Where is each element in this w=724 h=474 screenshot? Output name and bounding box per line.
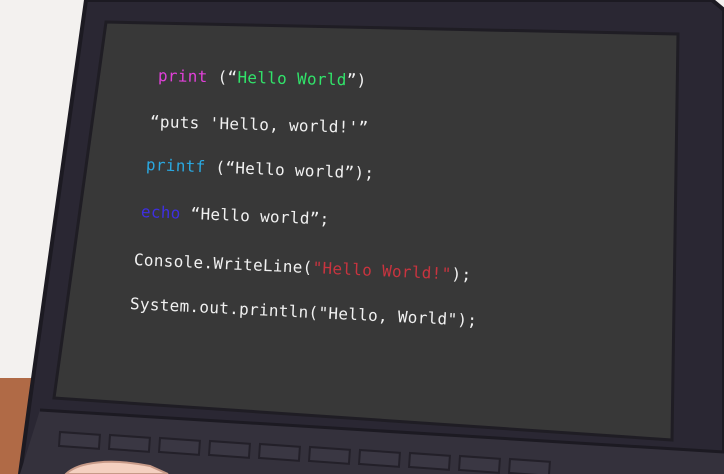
code-text: ”): [346, 70, 367, 90]
keyword-printf: printf: [145, 155, 206, 177]
code-text: (“: [207, 67, 238, 87]
keyword-echo: echo: [140, 202, 182, 223]
code-text: );: [451, 264, 472, 285]
keyword-print: print: [157, 66, 208, 87]
string-literal: Hello World: [237, 67, 347, 90]
laptop: print (“Hello World”) “puts 'Hello, worl…: [0, 0, 724, 474]
